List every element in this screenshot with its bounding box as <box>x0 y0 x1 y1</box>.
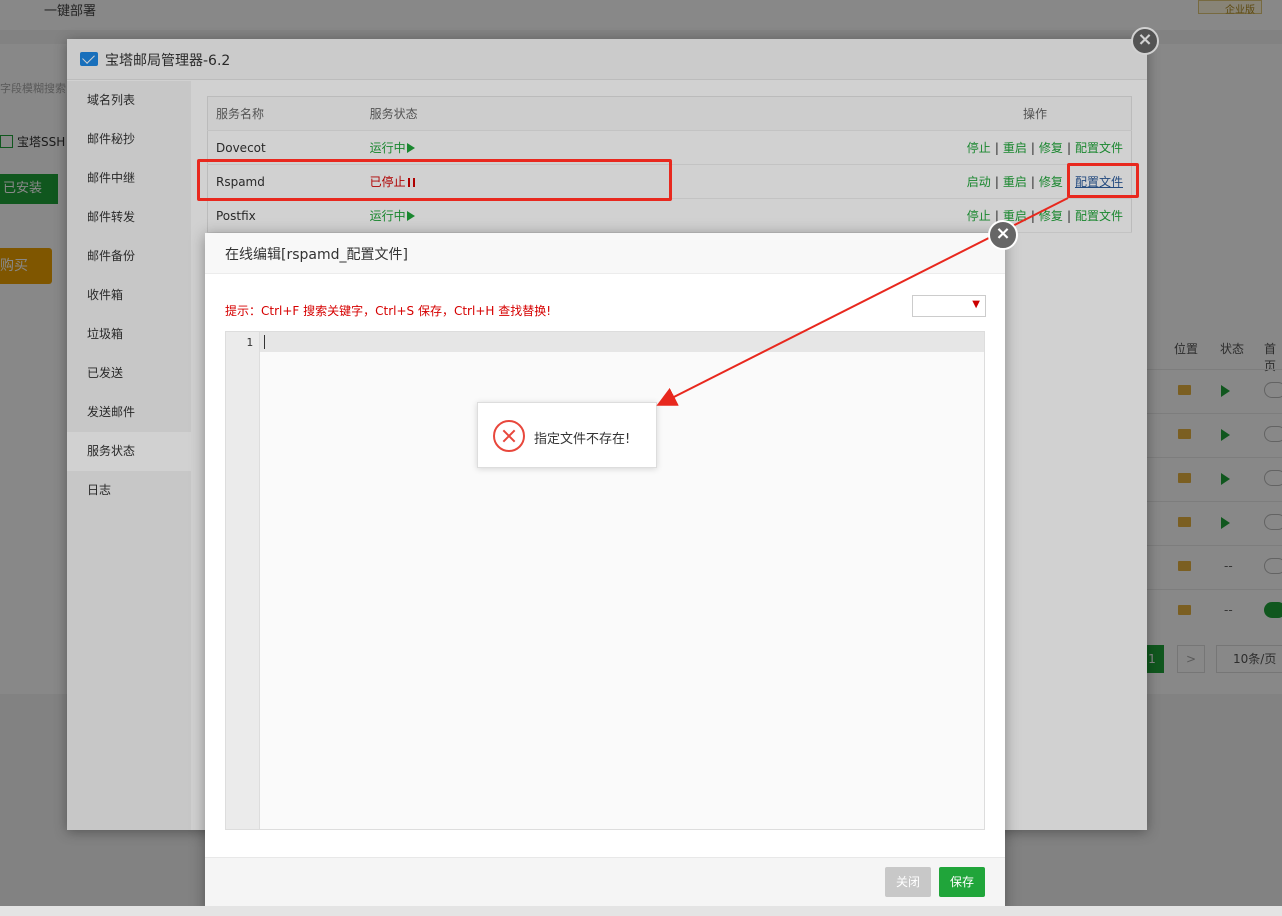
editor-close-icon[interactable]: × <box>988 220 1018 250</box>
annotation-arrow <box>656 197 1069 406</box>
taskbar <box>0 906 1282 916</box>
